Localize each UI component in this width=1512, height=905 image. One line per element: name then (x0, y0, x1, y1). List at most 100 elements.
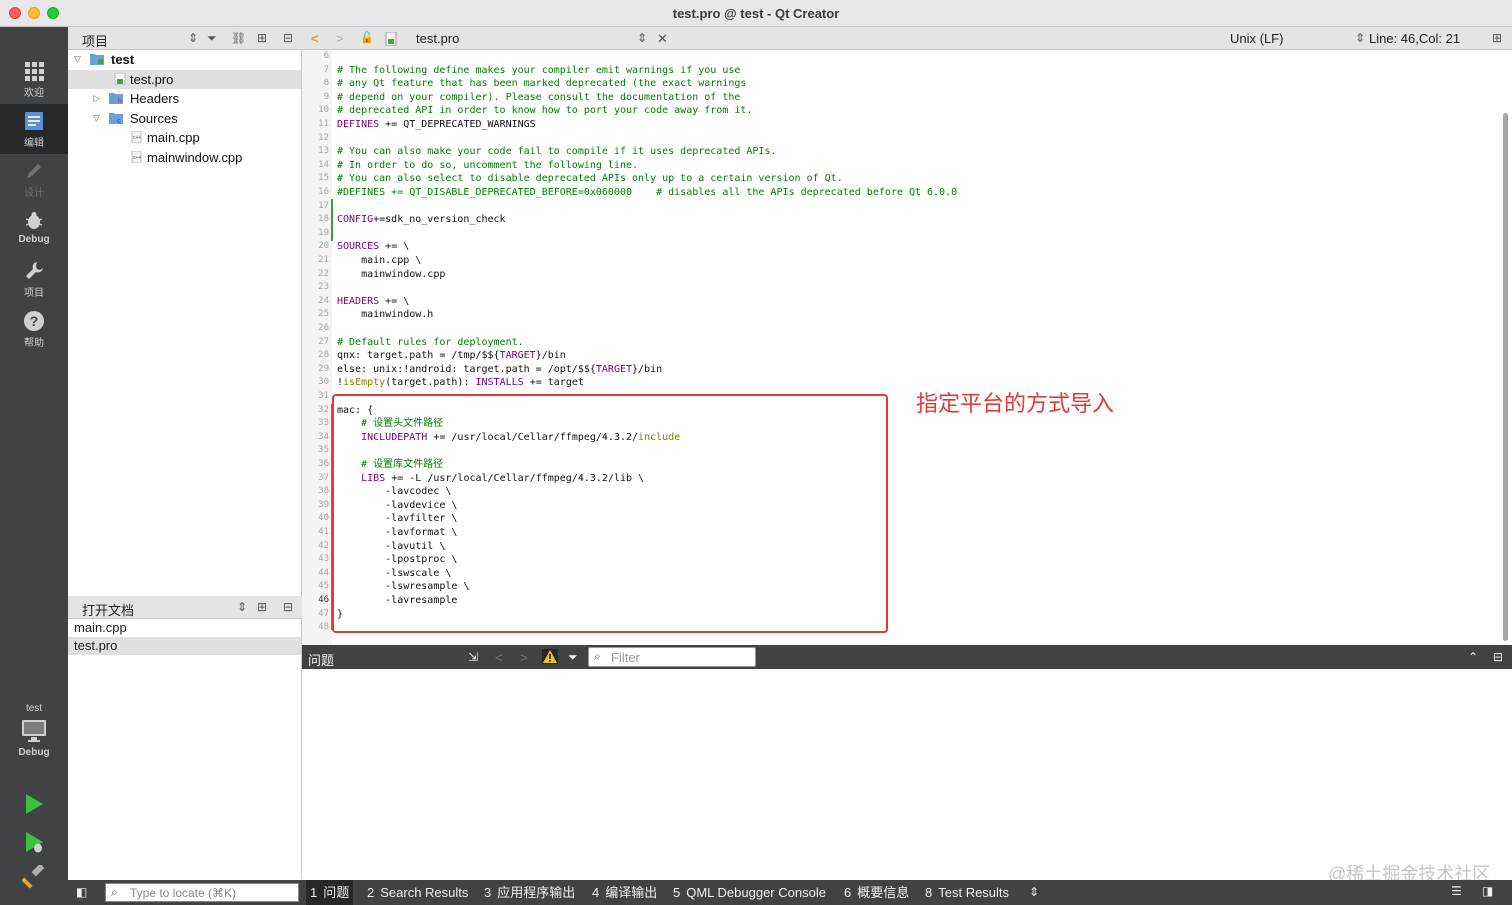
code-line[interactable]: # Default rules for deployment. (337, 336, 524, 350)
line-number: 37 (318, 472, 329, 483)
tree-item-sources[interactable]: ▽ c Sources (68, 109, 301, 128)
mode-welcome[interactable]: 欢迎 (0, 54, 68, 104)
chevron-right-icon[interactable]: ▷ (93, 89, 100, 108)
line-number: 33 (318, 418, 329, 429)
tab-label: 概要信息 (857, 885, 910, 900)
search-icon: ⌕ (594, 649, 601, 663)
filter-icon[interactable]: ⏷ (207, 31, 217, 46)
code-line[interactable]: else: unix:!android: target.path = /opt/… (337, 363, 662, 377)
split-icon[interactable]: ⊞ (257, 600, 267, 614)
mode-design[interactable]: 设计 (0, 154, 68, 204)
open-doc-test-pro[interactable]: test.pro (68, 637, 301, 655)
kit-build-config: Debug (18, 747, 50, 758)
code-line[interactable]: main.cpp \ (337, 254, 421, 268)
line-number: 46 (318, 595, 329, 605)
code-line[interactable]: mainwindow.h (337, 308, 433, 322)
maximize-pane-icon[interactable]: ⌃ (1468, 650, 1478, 664)
updown-arrows-icon[interactable]: ⇕ (188, 31, 198, 45)
code-line[interactable]: # You can also select to disable depreca… (337, 172, 843, 186)
code-line[interactable]: #DEFINES += QT_DISABLE_DEPRECATED_BEFORE… (337, 186, 957, 200)
code-line[interactable]: HEADERS += \ (337, 295, 409, 309)
mode-projects[interactable]: 项目 (0, 254, 68, 304)
filter-icon[interactable]: ⏷ (568, 650, 578, 665)
open-docs-list: main.cpp test.pro (68, 619, 302, 879)
code-line[interactable]: SOURCES += \ (337, 240, 409, 254)
split-icon[interactable]: ⊞ (257, 31, 267, 45)
open-doc-main-cpp[interactable]: main.cpp (68, 619, 301, 637)
next-issue-icon[interactable]: > (520, 650, 528, 665)
line-number: 20 (318, 241, 329, 252)
tab-label: 问题 (323, 885, 350, 900)
tree-item-main-cpp[interactable]: c++ main.cpp (68, 128, 301, 147)
issues-pane-header: 问题 ⇲ < > ⏷ ⌕ Filter ⌃ ⊟ (302, 645, 1512, 669)
cursor-position[interactable]: Line: 46,Col: 21 (1369, 31, 1460, 46)
code-line[interactable]: DEFINES += QT_DEPRECATED_WARNINGS (337, 118, 536, 132)
help-icon: ? (24, 311, 44, 331)
forward-arrow-icon[interactable]: > (336, 31, 344, 46)
build-hammer-icon[interactable] (22, 865, 46, 889)
current-file-name[interactable]: test.pro (416, 31, 459, 46)
updown-arrows-icon[interactable]: ⇕ (1355, 31, 1365, 45)
code-line[interactable]: mainwindow.cpp (337, 268, 445, 282)
chevron-down-icon[interactable]: ▽ (93, 109, 100, 128)
mode-help[interactable]: ? 帮助 (0, 304, 68, 354)
output-tab-general-messages[interactable]: 6 概要信息 (840, 880, 913, 905)
mode-edit[interactable]: 编辑 (0, 104, 68, 154)
tree-item-label: mainwindow.cpp (147, 149, 243, 165)
mode-debug[interactable]: Debug (0, 204, 68, 254)
output-tab-search-results[interactable]: 2 Search Results (363, 880, 472, 905)
line-number: 8 (323, 78, 329, 89)
kit-selector[interactable]: test Debug (0, 703, 68, 758)
locator-input[interactable]: ⌕ Type to locate (⌘K) (105, 883, 299, 902)
clean-icon[interactable]: ⇲ (468, 650, 478, 664)
updown-arrows-icon[interactable]: ⇕ (637, 31, 647, 45)
toggle-right-sidebar-icon[interactable]: ◨ (1482, 884, 1493, 898)
close-pane-icon[interactable]: ⊟ (1493, 650, 1503, 664)
updown-arrows-icon[interactable]: ⇕ (1029, 885, 1039, 899)
code-line[interactable]: # any Qt feature that has been marked de… (337, 77, 746, 91)
output-tab-test-results[interactable]: 8 Test Results (921, 880, 1013, 905)
code-line[interactable]: !isEmpty(target.path): INSTALLS += targe… (337, 376, 584, 390)
tree-item-test[interactable]: ▽ test (68, 50, 301, 69)
prev-issue-icon[interactable]: < (495, 650, 503, 665)
output-tab-compile-output[interactable]: 4 编译输出 (588, 880, 661, 905)
close-pane-icon[interactable]: ⊟ (283, 31, 293, 45)
line-number: 41 (318, 527, 329, 537)
close-document-icon[interactable]: ✕ (657, 31, 668, 47)
tree-item-mainwindow-cpp[interactable]: c++ mainwindow.cpp (68, 148, 301, 167)
line-number: 45 (318, 581, 329, 592)
change-marker (331, 199, 333, 241)
back-arrow-icon[interactable]: < (311, 31, 319, 46)
svg-text:c++: c++ (133, 155, 141, 161)
code-line[interactable]: # deprecated API in order to know how to… (337, 104, 752, 118)
code-line[interactable]: qnx: target.path = /tmp/$${TARGET}/bin (337, 349, 566, 363)
issues-filter-input[interactable]: ⌕ Filter (588, 647, 756, 667)
updown-arrows-icon[interactable]: ⇕ (237, 600, 247, 614)
warning-icon[interactable] (542, 649, 558, 664)
chevron-down-icon[interactable]: ▽ (74, 50, 81, 69)
close-pane-icon[interactable]: ⊟ (283, 600, 293, 614)
output-tab-issues[interactable]: 1 问题 (306, 880, 354, 905)
tree-item-test-pro[interactable]: test.pro (68, 69, 301, 89)
tree-item-headers[interactable]: ▷ h Headers (68, 89, 301, 108)
toggle-sidebar-icon[interactable]: ◧ (76, 885, 87, 899)
code-line[interactable]: # In order to do so, uncomment the follo… (337, 159, 638, 173)
code-line[interactable]: # depend on your compiler). Please consu… (337, 91, 740, 105)
editor-scrollbar[interactable] (1503, 113, 1508, 641)
line-ending-selector[interactable]: Unix (LF) (1230, 31, 1283, 46)
code-line[interactable]: # You can also make your code fail to co… (337, 145, 777, 159)
svg-text:h: h (118, 98, 122, 104)
open-docs-title[interactable]: 打开文档 (82, 600, 134, 619)
design-pen-icon (27, 164, 41, 178)
debug-run-icon[interactable] (22, 830, 46, 854)
code-line[interactable]: CONFIG+=sdk_no_version_check (337, 213, 506, 227)
run-icon[interactable] (22, 792, 46, 816)
split-icon[interactable]: ⊞ (1492, 31, 1502, 45)
link-icon[interactable]: ⛓ (231, 31, 246, 45)
progress-details-icon[interactable]: ☰ (1451, 884, 1462, 898)
code-line[interactable]: # The following define makes your compil… (337, 64, 740, 78)
line-number: 22 (318, 268, 329, 279)
output-tab-app-output[interactable]: 3 应用程序输出 (480, 880, 579, 905)
output-tab-qml-console[interactable]: 5 QML Debugger Console (669, 880, 830, 905)
projects-pane-title[interactable]: 项目 (82, 31, 108, 50)
